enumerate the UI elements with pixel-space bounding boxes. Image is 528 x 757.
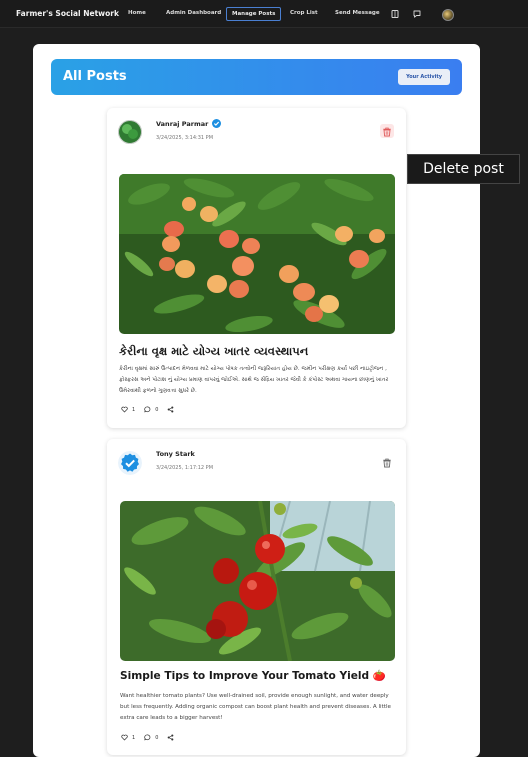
- chat-icon[interactable]: [413, 10, 421, 18]
- comment-count: 0: [155, 406, 159, 413]
- top-navbar: Farmer's Social Network Home Admin Dashb…: [0, 0, 528, 28]
- comment-count: 0: [155, 734, 159, 741]
- author-name[interactable]: Vanraj Parmar: [156, 120, 208, 128]
- trash-icon: [383, 458, 391, 468]
- post-card: Tony Stark 3/24/2025, 1:17:12 PM Simple …: [107, 439, 406, 755]
- nav-home[interactable]: Home: [124, 10, 150, 16]
- heart-icon[interactable]: [121, 734, 128, 741]
- post-title[interactable]: Simple Tips to Improve Your Tomato Yield…: [120, 669, 386, 682]
- post-actions: 1 0: [121, 406, 174, 413]
- like-count: 1: [132, 734, 136, 741]
- user-avatar[interactable]: [442, 9, 454, 21]
- comment-icon[interactable]: [144, 734, 151, 741]
- trash-icon: [383, 127, 391, 137]
- nav-manage-posts[interactable]: Manage Posts: [226, 7, 282, 21]
- author-name[interactable]: Tony Stark: [156, 450, 195, 458]
- share-icon[interactable]: [167, 734, 174, 741]
- like-count: 1: [132, 406, 136, 413]
- post-actions: 1 0: [121, 734, 174, 741]
- delete-post-button[interactable]: [380, 124, 394, 138]
- book-icon[interactable]: [391, 10, 399, 18]
- post-timestamp: 3/24/2025, 3:14:31 PM: [156, 135, 214, 141]
- author-avatar[interactable]: [118, 120, 142, 144]
- verified-badge-icon: [212, 119, 221, 128]
- page-header: All Posts Your Activity: [51, 59, 462, 95]
- nav-crop-list[interactable]: Crop List: [286, 10, 322, 16]
- delete-post-tooltip: Delete post: [407, 154, 520, 184]
- share-icon[interactable]: [167, 406, 174, 413]
- post-image-tomato-plant[interactable]: [120, 501, 395, 661]
- post-timestamp: 3/24/2025, 1:17:12 PM: [156, 465, 214, 471]
- page-title: All Posts: [63, 69, 127, 84]
- post-body: કેરીના વૃક્ષમાં સારું ઉત્પાદન મેળવવા માટ…: [119, 366, 389, 394]
- post-title[interactable]: કેરીના વૃક્ષ માટે યોગ્ય ખાતર વ્યવસ્થાપન: [119, 344, 308, 359]
- post-image-mango-tree[interactable]: [119, 174, 395, 334]
- author-avatar[interactable]: [118, 451, 142, 475]
- comment-icon[interactable]: [144, 406, 151, 413]
- nav-admin-dashboard[interactable]: Admin Dashboard: [162, 10, 225, 16]
- brand-title[interactable]: Farmer's Social Network: [16, 9, 119, 18]
- heart-icon[interactable]: [121, 406, 128, 413]
- post-body: Want healthier tomato plants? Use well-d…: [120, 693, 391, 721]
- post-card: Vanraj Parmar 3/24/2025, 3:14:31 PM કેરી…: [107, 108, 406, 428]
- delete-post-button[interactable]: [380, 455, 394, 469]
- nav-send-message[interactable]: Send Message: [331, 10, 384, 16]
- your-activity-button[interactable]: Your Activity: [398, 69, 450, 85]
